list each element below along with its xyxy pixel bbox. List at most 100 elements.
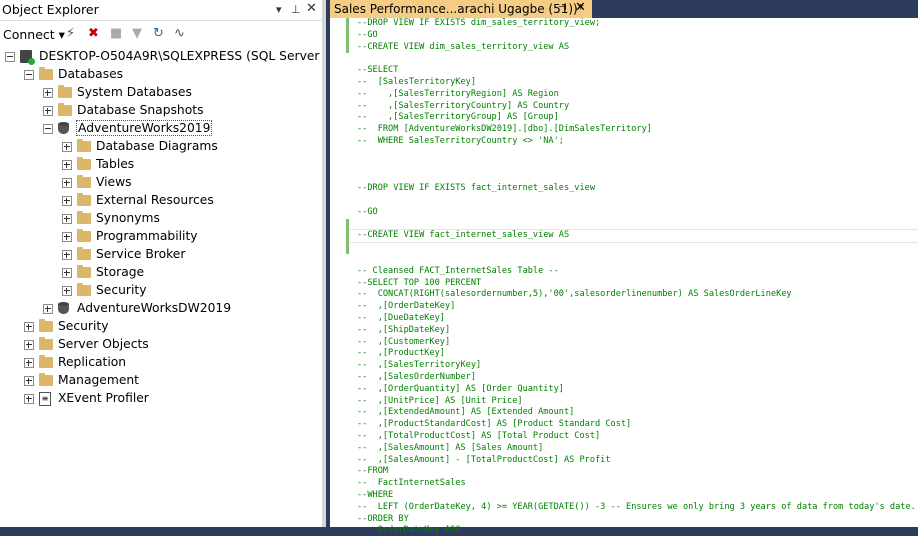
folder-icon xyxy=(77,247,91,260)
expand-icon[interactable] xyxy=(43,106,53,116)
collapse-icon[interactable] xyxy=(24,70,34,80)
pin-icon[interactable]: ⊥ xyxy=(291,3,301,16)
object-explorer-title: Object Explorer xyxy=(2,2,99,17)
tree-node[interactable]: System Databases xyxy=(0,84,322,102)
folder-icon xyxy=(77,265,91,278)
code-line: -- ,[OrderDateKey] xyxy=(357,301,456,312)
object-explorer-header: Object Explorer ▾ ⊥ ✕ xyxy=(0,0,322,21)
tree-node[interactable]: Databases xyxy=(0,66,322,84)
expand-icon[interactable] xyxy=(24,322,34,332)
expand-icon[interactable] xyxy=(62,268,72,278)
tree-node[interactable]: Storage xyxy=(0,264,322,282)
dropdown-arrow-icon[interactable]: ▾ xyxy=(276,3,282,16)
connect-plug-icon[interactable]: ⚡ xyxy=(66,26,75,41)
tree-node[interactable]: Service Broker xyxy=(0,246,322,264)
expand-icon[interactable] xyxy=(62,196,72,206)
tree-node[interactable]: Security xyxy=(0,318,322,336)
expand-icon[interactable] xyxy=(62,232,72,242)
tree-node-label: Replication xyxy=(58,355,127,369)
tree-node[interactable]: Tables xyxy=(0,156,322,174)
folder-icon xyxy=(39,373,53,386)
code-line: -- ,[SalesTerritoryGroup] AS [Group] xyxy=(357,112,559,123)
editor-tab-bar: Sales Performance...arachi Ugagbe (51))*… xyxy=(330,0,918,18)
code-line: -- CONCAT(RIGHT(salesordernumber,5),'00'… xyxy=(357,289,792,300)
tree-node[interactable]: Database Diagrams xyxy=(0,138,322,156)
expand-icon[interactable] xyxy=(62,250,72,260)
code-line: --SELECT TOP 100 PERCENT xyxy=(357,277,482,288)
folder-icon xyxy=(77,229,91,242)
tree-node[interactable]: DESKTOP-O504A9R\SQLEXPRESS (SQL Server 1… xyxy=(0,48,322,66)
tree-node[interactable]: Programmability xyxy=(0,228,322,246)
code-line: -- ,[ExtendedAmount] AS [Extended Amount… xyxy=(357,407,575,418)
folder-icon xyxy=(77,211,91,224)
code-line: --CREATE VIEW dim_sales_territory_view A… xyxy=(357,41,570,52)
expand-icon[interactable] xyxy=(62,142,72,152)
tree-node[interactable]: Replication xyxy=(0,354,322,372)
tree-node[interactable]: ≡ XEvent Profiler xyxy=(0,390,322,408)
close-icon[interactable]: ✕ xyxy=(306,1,317,16)
expand-icon[interactable] xyxy=(62,160,72,170)
pin-icon[interactable]: ⊣ xyxy=(558,2,567,13)
object-explorer-panel: Object Explorer ▾ ⊥ ✕ Connect ▾ ⚡ ✖ ■ ▼ … xyxy=(0,0,322,527)
expand-icon[interactable] xyxy=(24,394,34,404)
tree-node[interactable]: Database Snapshots xyxy=(0,102,322,120)
expand-icon[interactable] xyxy=(43,304,53,314)
disconnect-icon[interactable]: ✖ xyxy=(88,26,99,41)
code-area[interactable]: --DROP VIEW IF EXISTS dim_sales_territor… xyxy=(330,18,918,535)
tree-node-label: Synonyms xyxy=(96,211,160,225)
object-explorer-scrollbar[interactable] xyxy=(322,0,326,527)
tree-node[interactable]: Synonyms xyxy=(0,210,322,228)
folder-icon xyxy=(77,193,91,206)
expand-icon[interactable] xyxy=(24,340,34,350)
code-line: -- ,[TotalProductCost] AS [Total Product… xyxy=(357,431,601,441)
expand-icon[interactable] xyxy=(43,88,53,98)
connect-button[interactable]: Connect ▾ xyxy=(3,27,65,42)
tree-node[interactable]: AdventureWorks2019 xyxy=(0,120,322,138)
expand-icon[interactable] xyxy=(62,286,72,296)
folder-icon xyxy=(77,139,91,152)
tree-node-label: System Databases xyxy=(77,85,192,99)
collapse-icon[interactable] xyxy=(43,124,53,134)
tree-node-label: External Resources xyxy=(96,193,214,207)
tree-node[interactable]: Server Objects xyxy=(0,336,322,354)
expand-icon[interactable] xyxy=(24,358,34,368)
tree-node[interactable]: AdventureWorksDW2019 xyxy=(0,300,322,318)
code-line: -- LEFT (OrderDateKey, 4) >= YEAR(GETDAT… xyxy=(357,501,916,512)
code-line: --GO xyxy=(357,206,378,217)
code-line: -- ,[SalesTerritoryRegion] AS Region xyxy=(357,88,559,99)
refresh-icon[interactable]: ↻ xyxy=(153,26,164,41)
object-explorer-toolbar: Connect ▾ ⚡ ✖ ■ ▼ ↻ ∿ xyxy=(0,21,322,47)
filter-icon[interactable]: ▼ xyxy=(132,26,142,41)
tree-node-label: Views xyxy=(96,175,132,189)
tree-node-label: Programmability xyxy=(96,229,198,243)
code-line: -- ,[ProductKey] xyxy=(357,348,445,359)
code-line: --CREATE VIEW fact_internet_sales_view A… xyxy=(357,230,570,241)
tree-node[interactable]: Views xyxy=(0,174,322,192)
stop-icon[interactable]: ■ xyxy=(110,26,122,41)
tree-node[interactable]: Security xyxy=(0,282,322,300)
collapse-icon[interactable] xyxy=(5,52,15,62)
code-line: -- ,[DueDateKey] xyxy=(357,313,445,323)
code-line: -- FactInternetSales xyxy=(357,478,466,489)
expand-icon[interactable] xyxy=(62,178,72,188)
tree-node-label: Database Snapshots xyxy=(77,103,204,117)
change-margin xyxy=(346,218,349,254)
query-editor: Sales Performance...arachi Ugagbe (51))*… xyxy=(330,0,918,535)
code-line: -- ,[OrderQuantity] AS [Order Quantity] xyxy=(357,383,564,394)
expand-icon[interactable] xyxy=(24,376,34,386)
folder-icon xyxy=(77,175,91,188)
tree-node-label: Database Diagrams xyxy=(96,139,218,153)
tab-sales-performance[interactable]: Sales Performance...arachi Ugagbe (51))*… xyxy=(330,0,592,18)
xevent-icon: ≡ xyxy=(39,392,51,406)
database-icon xyxy=(58,302,69,315)
tab-title: Sales Performance...arachi Ugagbe (51))* xyxy=(334,2,584,16)
tree-node[interactable]: External Resources xyxy=(0,192,322,210)
close-icon[interactable]: ✕ xyxy=(575,0,586,15)
activity-monitor-icon[interactable]: ∿ xyxy=(174,26,185,41)
tree-node-label: DESKTOP-O504A9R\SQLEXPRESS (SQL Server 1… xyxy=(39,49,322,63)
expand-icon[interactable] xyxy=(62,214,72,224)
tree-node-label: Security xyxy=(58,319,109,333)
code-line: --DROP VIEW IF EXISTS fact_internet_sale… xyxy=(357,183,595,194)
tree-node[interactable]: Management xyxy=(0,372,322,390)
code-line: -- ,[SalesTerritoryKey] xyxy=(357,360,482,371)
